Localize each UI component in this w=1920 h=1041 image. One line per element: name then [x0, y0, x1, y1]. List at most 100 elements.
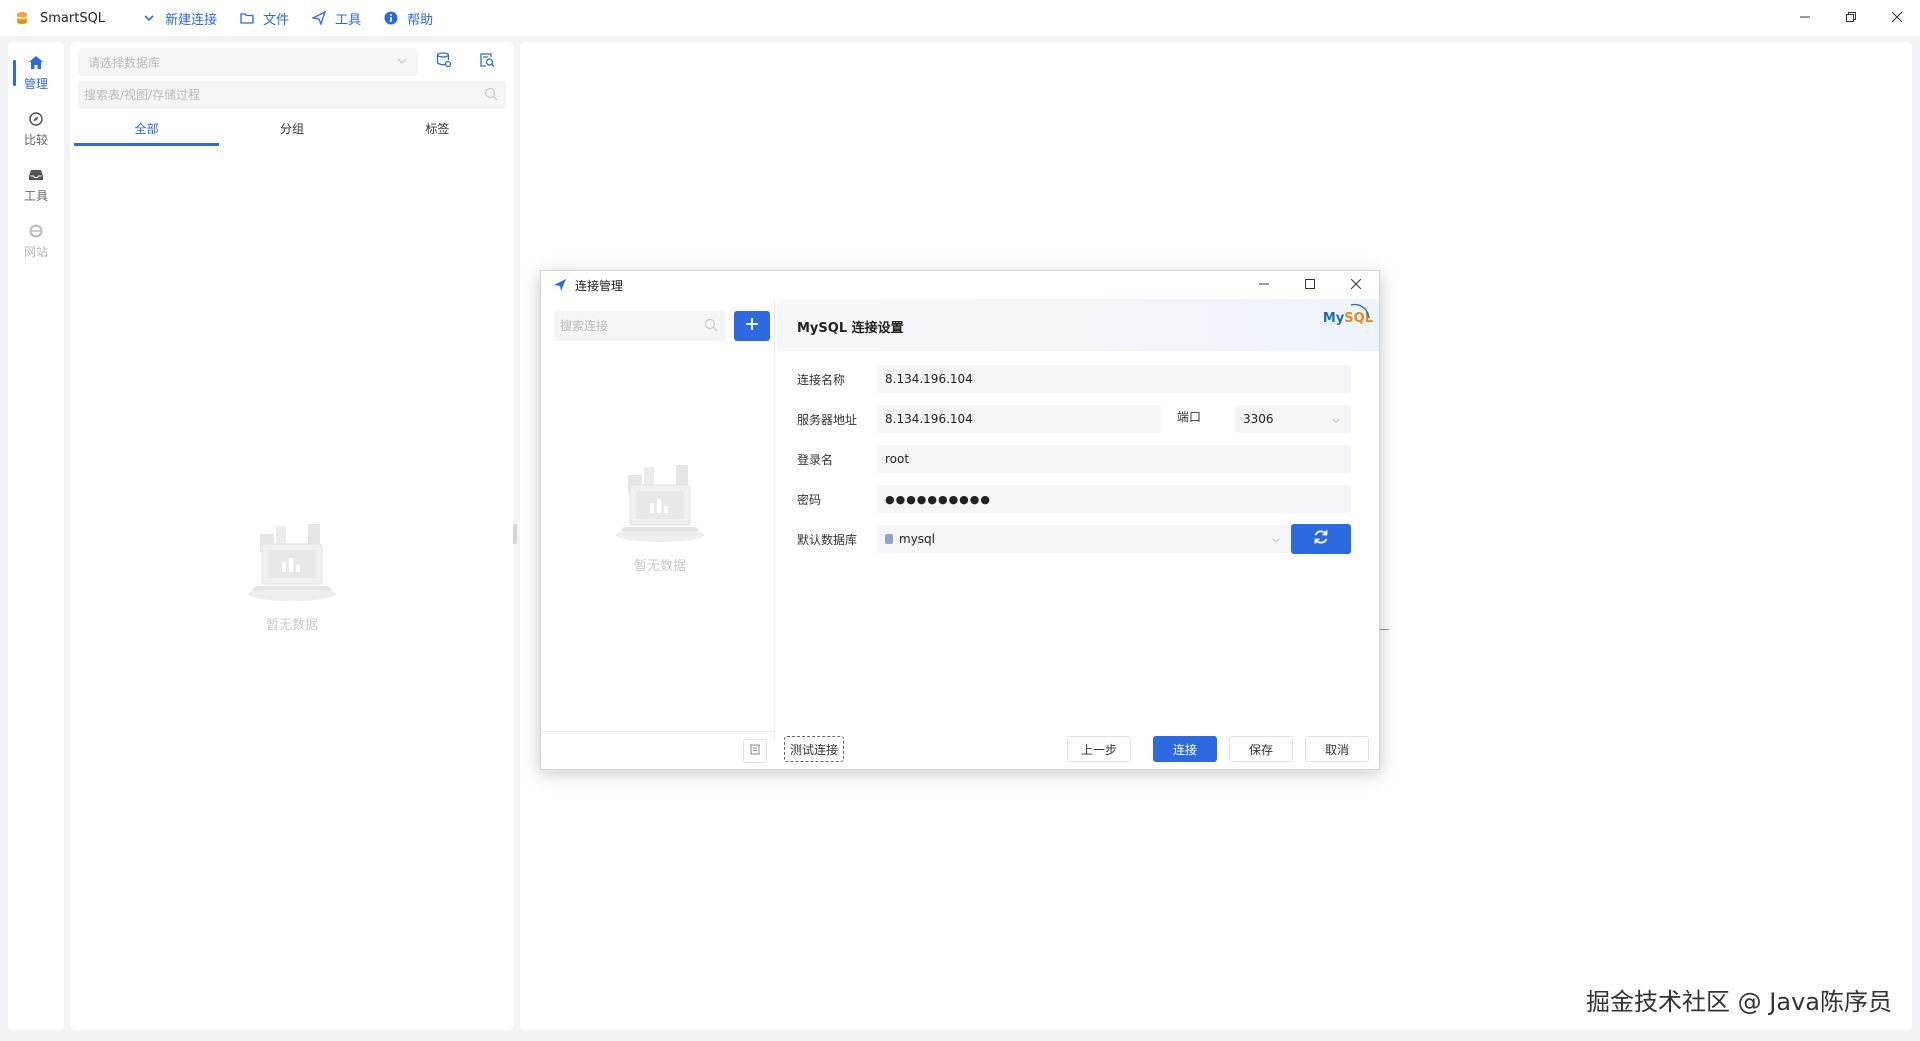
port-label: 端口: [1177, 409, 1202, 424]
app-logo-icon: [14, 10, 30, 26]
database-select[interactable]: 请选择数据库: [78, 48, 418, 76]
host-input[interactable]: [885, 412, 1153, 426]
nav-compare-label: 比较: [23, 132, 48, 147]
send-icon: [553, 278, 567, 292]
folder-icon: [239, 10, 255, 26]
title-bar: SmartSQL 新建连接 文件 工具 帮助: [0, 0, 1920, 36]
minimize-icon: [1259, 278, 1269, 293]
settings-title: MySQL 连接设置: [797, 321, 904, 336]
info-icon: [383, 10, 399, 26]
dialog-close-button[interactable]: [1333, 271, 1379, 299]
empty-data-icon: [614, 461, 706, 547]
menu-bar: 新建连接 文件 工具 帮助: [141, 9, 455, 28]
connection-name-input[interactable]: [885, 372, 1343, 386]
connection-name-field[interactable]: [877, 365, 1351, 393]
restore-button[interactable]: [1828, 0, 1874, 36]
save-button[interactable]: 保存: [1229, 736, 1293, 762]
menu-new-connection-label: 新建连接: [165, 12, 218, 28]
mysql-logo: My SQL: [1323, 303, 1373, 326]
port-field[interactable]: [1235, 405, 1351, 433]
connection-search-input[interactable]: [560, 319, 700, 333]
default-database-value: mysql: [899, 532, 935, 546]
nav-item-tools[interactable]: 工具: [8, 162, 64, 208]
send-icon: [311, 10, 327, 26]
watermark: 掘金技术社区 @ Java陈序员: [1586, 988, 1892, 1016]
plus-icon: [745, 317, 759, 335]
empty-text: 暂无数据: [633, 559, 686, 574]
username-field[interactable]: [877, 445, 1351, 473]
database-settings-button[interactable]: [434, 52, 454, 72]
minimize-button[interactable]: [1782, 0, 1828, 36]
username-input[interactable]: [885, 452, 1343, 466]
restore-icon: [1846, 11, 1856, 26]
chevron-down-icon: [141, 10, 157, 26]
connect-button[interactable]: 连接: [1153, 736, 1217, 762]
menu-help[interactable]: 帮助: [383, 9, 433, 28]
dialog-title: 连接管理: [575, 278, 624, 293]
add-connection-button[interactable]: [734, 311, 770, 341]
divider: [1379, 629, 1389, 630]
connection-search: [554, 311, 726, 341]
menu-file[interactable]: 文件: [239, 9, 289, 28]
compass-icon: [28, 111, 44, 127]
refresh-databases-button[interactable]: [1291, 524, 1351, 554]
delete-connection-button[interactable]: [743, 739, 767, 763]
close-button[interactable]: [1874, 0, 1920, 36]
window-controls: [1782, 0, 1920, 36]
ie-icon: [28, 223, 44, 239]
password-field[interactable]: ●●●●●●●●●●: [877, 485, 1351, 513]
minimize-icon: [1800, 11, 1810, 26]
database-search-button[interactable]: [477, 52, 497, 72]
tab-all[interactable]: 全部: [74, 118, 220, 146]
nav-website-label: 网站: [23, 244, 48, 259]
row-username: 登录名: [797, 445, 1351, 473]
tab-group[interactable]: 分组: [219, 118, 364, 146]
row-password: 密码 ●●●●●●●●●●: [797, 485, 1351, 513]
maximize-icon: [1305, 278, 1315, 293]
connection-empty-state: 暂无数据: [610, 461, 710, 574]
object-panel: 请选择数据库 全部 分组 标签: [70, 42, 514, 1030]
chevron-down-icon: [1331, 414, 1341, 428]
nav-item-website[interactable]: 网站: [8, 218, 64, 264]
username-label: 登录名: [797, 452, 834, 467]
host-field[interactable]: [877, 405, 1161, 433]
database-icon: [885, 534, 893, 544]
menu-file-label: 文件: [263, 12, 290, 28]
dialog-maximize-button[interactable]: [1287, 271, 1333, 299]
nav-manage-label: 管理: [23, 76, 48, 91]
menu-tools[interactable]: 工具: [311, 9, 361, 28]
connection-name-label: 连接名称: [797, 372, 846, 387]
dialog-minimize-button[interactable]: [1241, 271, 1287, 299]
close-icon: [1350, 278, 1362, 293]
empty-text: 暂无数据: [265, 618, 318, 633]
port-input[interactable]: [1243, 412, 1343, 426]
default-database-label: 默认数据库: [797, 532, 858, 547]
dolphin-icon: [1349, 303, 1371, 323]
empty-state: 暂无数据: [242, 520, 342, 633]
connection-list-panel: 暂无数据: [542, 299, 775, 739]
search-icon: [484, 87, 498, 105]
menu-tools-label: 工具: [335, 12, 362, 28]
app-title: SmartSQL: [40, 10, 106, 26]
refresh-icon: [1313, 529, 1329, 549]
settings-header: MySQL 连接设置 My SQL: [777, 299, 1379, 351]
connection-list-footer: [542, 731, 775, 769]
cancel-button[interactable]: 取消: [1305, 736, 1369, 762]
database-settings-icon: [436, 52, 452, 72]
nav-item-manage[interactable]: 管理: [8, 50, 64, 96]
tab-tag[interactable]: 标签: [365, 118, 510, 146]
menu-new-connection[interactable]: 新建连接: [141, 9, 217, 28]
default-database-select[interactable]: mysql: [877, 525, 1291, 553]
nav-item-compare[interactable]: 比较: [8, 106, 64, 152]
object-tabs: 全部 分组 标签: [74, 118, 510, 146]
object-search-input[interactable]: [84, 88, 464, 102]
test-connection-button[interactable]: 测试连接: [784, 736, 844, 762]
row-host: 服务器地址 端口: [797, 405, 1351, 433]
panel-splitter[interactable]: [513, 524, 517, 544]
host-label: 服务器地址: [797, 412, 858, 427]
password-input[interactable]: ●●●●●●●●●●: [885, 493, 991, 506]
inbox-icon: [28, 167, 44, 183]
previous-step-button[interactable]: 上一步: [1067, 736, 1131, 762]
row-connection-name: 连接名称: [797, 365, 1351, 393]
password-label: 密码: [797, 492, 822, 507]
